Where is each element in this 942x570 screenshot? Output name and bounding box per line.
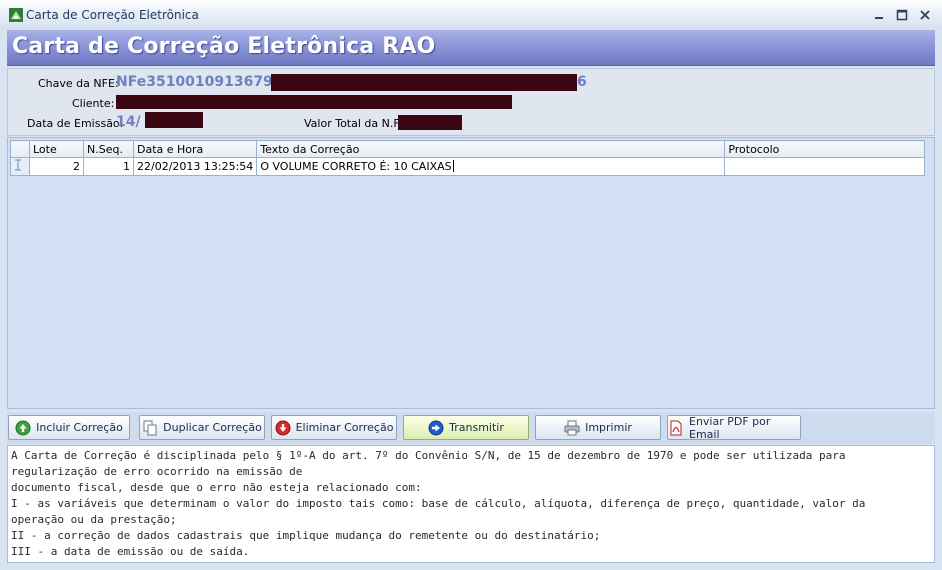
column-header-data-hora[interactable]: Data e Hora — [132, 140, 258, 158]
row-indicator[interactable] — [10, 157, 30, 176]
page-title: Carta de Correção Eletrônica RAO — [12, 34, 436, 59]
data-emissao-label: Data de Emissão: — [27, 117, 124, 130]
transmitir-label: Transmitir — [449, 421, 504, 434]
notes-line: operação ou da prestação; — [11, 513, 177, 526]
eliminar-correcao-button[interactable]: Eliminar Correção — [271, 415, 397, 440]
header-banner: Carta de Correção Eletrônica RAO — [7, 30, 935, 66]
transmit-arrow-icon — [428, 420, 444, 436]
imprimir-label: Imprimir — [585, 421, 632, 434]
transmitir-button[interactable]: Transmitir — [403, 415, 529, 440]
notes-line: regularização de erro ocorrido na emissã… — [11, 465, 303, 478]
incluir-correcao-label: Incluir Correção — [36, 421, 123, 434]
cell-data-hora[interactable]: 22/02/2013 13:25:54 — [132, 157, 258, 176]
cliente-label: Cliente: — [72, 97, 115, 110]
column-header-protocolo[interactable]: Protocolo — [724, 140, 926, 158]
table-row[interactable]: 2 1 22/02/2013 13:25:54 O VOLUME CORRETO… — [10, 157, 926, 176]
cell-nseq[interactable]: 1 — [83, 157, 134, 176]
enviar-pdf-email-button[interactable]: Enviar PDF por Email — [667, 414, 801, 441]
close-icon[interactable] — [916, 7, 934, 23]
redaction-bar — [145, 112, 203, 128]
notes-line: A Carta de Correção é disciplinada pelo … — [11, 449, 846, 462]
imprimir-button[interactable]: Imprimir — [535, 415, 661, 440]
cell-protocolo[interactable] — [724, 157, 926, 176]
eliminar-correcao-label: Eliminar Correção — [295, 421, 394, 434]
chave-value-start: NFe3510010913679 — [116, 74, 273, 90]
enviar-pdf-email-label: Enviar PDF por Email — [689, 414, 771, 441]
minimize-icon[interactable] — [870, 7, 888, 23]
window-title: Carta de Correção Eletrônica — [26, 8, 199, 22]
chave-value-end: 6 — [577, 74, 587, 90]
cell-texto[interactable]: O VOLUME CORRETO É: 10 CAIXAS — [256, 157, 726, 176]
column-header-texto[interactable]: Texto da Correção — [256, 140, 726, 158]
nfe-info-panel: Chave da NFE: NFe3510010913679 6 Cliente… — [7, 68, 935, 136]
notes-line: documento fiscal, desde que o erro não e… — [11, 481, 422, 494]
duplicar-correcao-label: Duplicar Correção — [163, 421, 262, 434]
row-indicator-header — [10, 140, 30, 158]
correction-grid[interactable]: Lote N.Seq. Data e Hora Texto da Correçã… — [7, 137, 935, 409]
maximize-icon[interactable] — [893, 7, 911, 23]
text-caret — [452, 160, 454, 172]
notes-line: II - a correção de dados cadastrais que … — [11, 529, 601, 542]
printer-icon — [564, 420, 580, 436]
column-header-lote[interactable]: Lote — [29, 140, 84, 158]
add-green-icon — [15, 420, 31, 436]
action-toolbar: Incluir Correção Duplicar Correção Elimi… — [7, 412, 935, 444]
duplicar-correcao-button[interactable]: Duplicar Correção — [139, 415, 265, 440]
text-cursor-icon — [15, 159, 21, 171]
chave-label: Chave da NFE: — [38, 77, 119, 90]
legal-notes-textarea[interactable]: A Carta de Correção é disciplinada pelo … — [7, 445, 935, 563]
cell-lote[interactable]: 2 — [29, 157, 84, 176]
delete-red-icon — [275, 420, 291, 436]
cell-texto-value[interactable]: O VOLUME CORRETO É: 10 CAIXAS — [260, 160, 451, 173]
notes-line: I - as variáveis que determinam o valor … — [11, 497, 866, 510]
valor-total-label: Valor Total da N.F. — [304, 117, 402, 130]
duplicate-icon — [142, 420, 158, 436]
column-header-nseq[interactable]: N.Seq. — [83, 140, 134, 158]
data-emissao-value: 14/ — [116, 114, 141, 130]
redaction-bar — [271, 74, 577, 91]
app-icon — [9, 8, 23, 22]
redaction-bar — [116, 95, 512, 109]
incluir-correcao-button[interactable]: Incluir Correção — [8, 415, 130, 440]
correction-table: Lote N.Seq. Data e Hora Texto da Correçã… — [10, 140, 926, 176]
pdf-icon — [668, 420, 684, 436]
table-header-row: Lote N.Seq. Data e Hora Texto da Correçã… — [10, 140, 926, 158]
notes-line: III - a data de emissão ou de saída. — [11, 545, 250, 558]
redaction-bar — [398, 115, 462, 130]
window-titlebar[interactable]: Carta de Correção Eletrônica — [0, 0, 942, 30]
